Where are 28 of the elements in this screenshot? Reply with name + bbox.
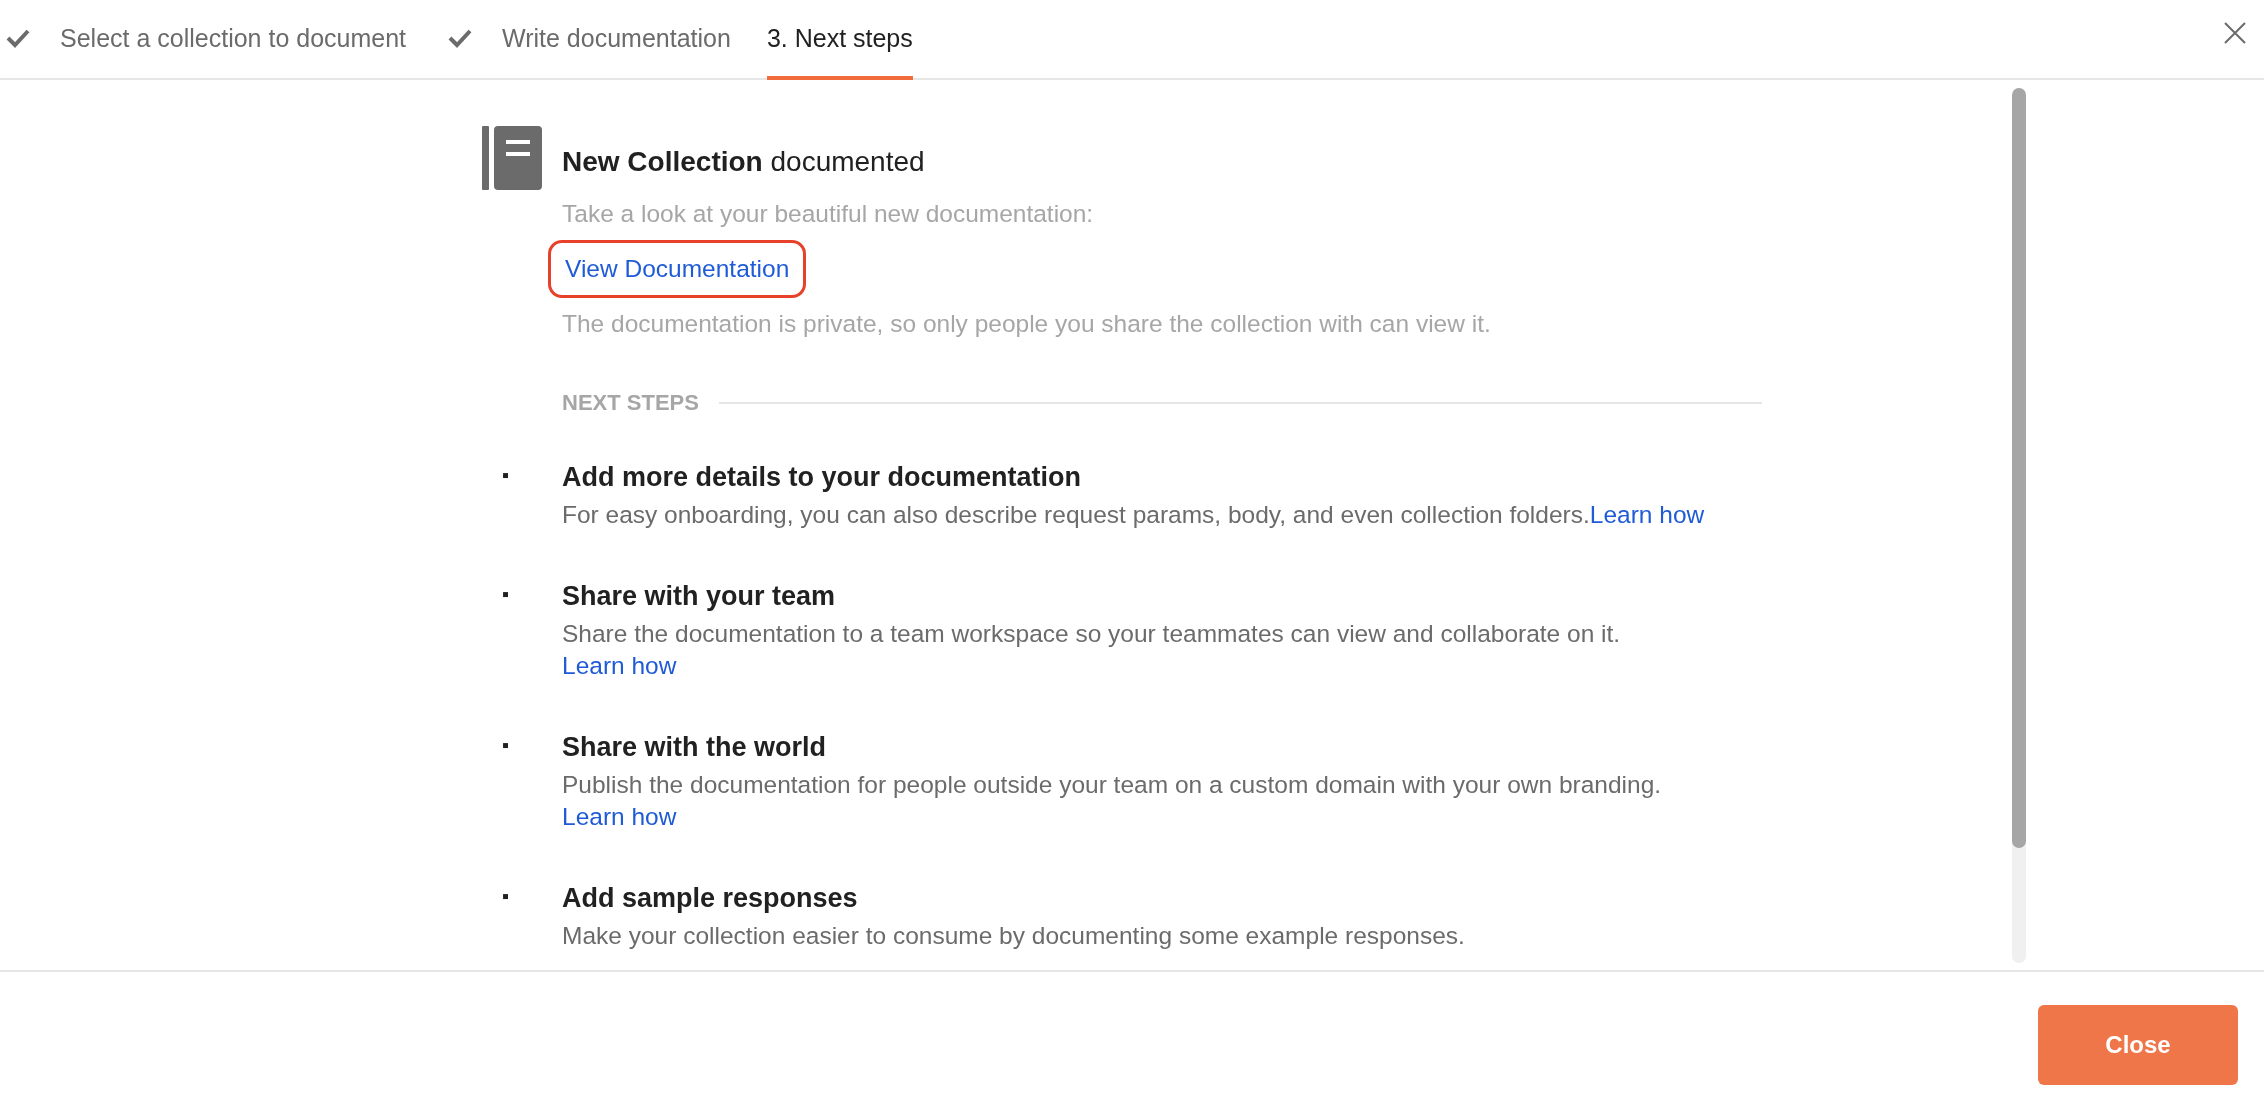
step-tab[interactable]: Select a collection to document [0,0,407,80]
step-title: Add more details to your documentation [562,462,1083,493]
step-title: Add sample responses [562,883,859,914]
step-description: Make your collection easier to consume by documenting some example responses. [562,922,1465,949]
section-heading: NEXT STEPS [562,390,699,416]
check-icon [6,28,30,48]
step-tab[interactable]: 3. Next steps [766,0,913,80]
step-title: Share with your team [562,581,837,612]
close-icon[interactable] [2224,22,2246,44]
step-description: For easy onboarding, you can also describe request params, body, and even collection folders. [562,501,1590,528]
step-tab[interactable]: Write documentation [442,0,731,80]
bullet-icon: ▪ [482,462,562,531]
learn-how-link[interactable]: Learn how [1589,501,1705,528]
scrollbar[interactable] [2012,88,2026,963]
check-icon [448,28,473,48]
step-description: Publish the documentation for people outside your team on a custom domain with your own branding. [562,771,1662,798]
result-title: New Collection documented [562,146,926,178]
view-documentation-link[interactable]: View Documentation [548,240,807,298]
intro-text: Take a look at your beautiful new documentation: [562,200,1095,228]
bullet-icon: ▪ [482,581,562,682]
step-title: Share with the world [562,732,828,763]
bullet-icon: ▪ [482,732,562,833]
step-description: Share the documentation to a team workspace so your teammates can view and collaborate on it. [562,620,1621,647]
document-icon [482,126,542,190]
learn-how-link[interactable]: Learn how [562,652,677,679]
learn-how-link[interactable]: Learn how [562,803,677,830]
bullet-icon: ▪ [482,883,562,952]
privacy-note: The documentation is private, so only people you share the collection with can view it. [562,310,1491,338]
